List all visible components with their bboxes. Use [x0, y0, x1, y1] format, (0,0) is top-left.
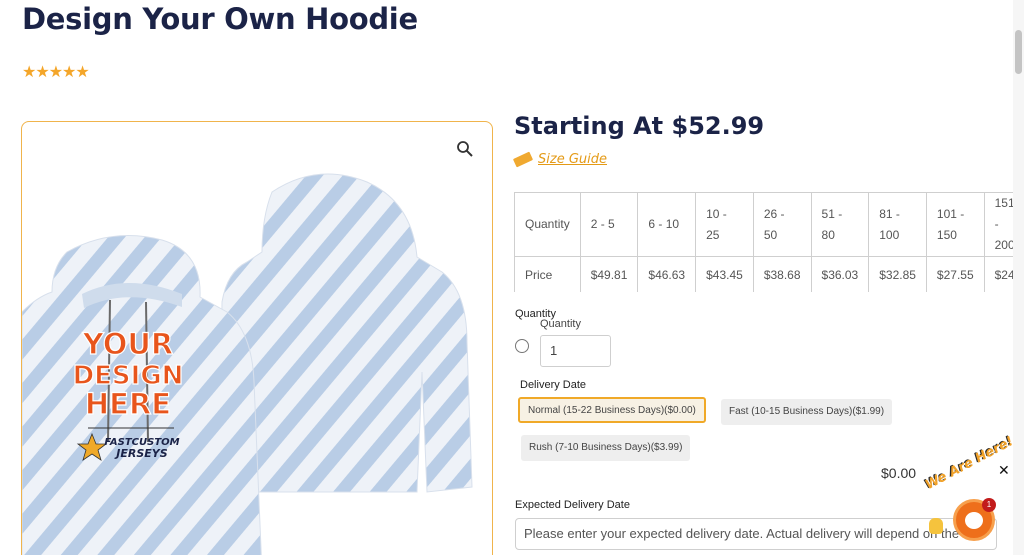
product-image-gallery[interactable]: YOUR DESIGN HERE FASTCUSTOM JERSEYS — [21, 121, 493, 555]
delivery-option-fast[interactable]: Fast (10-15 Business Days)($1.99) — [721, 399, 893, 425]
quantity-input[interactable]: 1 — [540, 335, 611, 367]
print-artwork: YOUR DESIGN HERE FASTCUSTOM JERSEYS — [72, 326, 184, 461]
qty-tier-cell: 101 - 150 — [925, 192, 985, 257]
expected-delivery-label: Expected Delivery Date — [515, 499, 630, 511]
qty-tier-cell: 26 - 50 — [752, 192, 812, 257]
qty-tier-cell: 6 - 10 — [637, 192, 697, 257]
print-line-3: HERE — [85, 387, 171, 421]
ruler-icon — [512, 151, 534, 168]
chat-bubble-icon — [965, 512, 983, 529]
price-row-header: Price — [514, 256, 581, 292]
print-line-1: YOUR — [82, 327, 174, 361]
delivery-option-rush[interactable]: Rush (7-10 Business Days)($3.99) — [521, 435, 691, 461]
hoodie-product-image: YOUR DESIGN HERE FASTCUSTOM JERSEYS — [22, 173, 473, 555]
qty-tier-cell: 151 - 200 — [983, 192, 1014, 257]
table-row: Quantity 2 - 5 6 - 10 10 - 25 26 - 50 51… — [514, 192, 1014, 257]
qty-tier-cell: 81 - 100 — [868, 192, 927, 257]
delivery-option-normal[interactable]: Normal (15-22 Business Days)($0.00) — [518, 397, 706, 423]
price-table-container: Quantity 2 - 5 6 - 10 10 - 25 26 - 50 51… — [514, 192, 1014, 292]
price-table: Quantity 2 - 5 6 - 10 10 - 25 26 - 50 51… — [514, 192, 1014, 292]
qty-tier-cell: 10 - 25 — [695, 192, 754, 257]
page-scrollbar[interactable] — [1013, 0, 1024, 555]
price-tier-cell: $36.03 — [810, 256, 870, 292]
chat-unread-badge: 1 — [982, 498, 996, 512]
quantity-radio[interactable] — [515, 339, 529, 353]
quantity-sub-label: Quantity — [540, 318, 581, 330]
qty-tier-cell: 51 - 80 — [810, 192, 870, 257]
price-tier-cell: $46.63 — [637, 256, 697, 292]
price-tier-cell: $32.85 — [868, 256, 927, 292]
page-title: Design Your Own Hoodie — [22, 2, 418, 36]
price-tier-cell: $49.81 — [579, 256, 639, 292]
quantity-row-header: Quantity — [514, 192, 581, 257]
delivery-date-label: Delivery Date — [520, 379, 587, 391]
hoodie-back-view — [219, 173, 473, 493]
waving-hand-icon — [929, 518, 943, 534]
price-tier-cell: $43.45 — [695, 256, 754, 292]
expected-delivery-input[interactable]: Please enter your expected delivery date… — [515, 518, 997, 550]
delivery-total: $0.00 — [881, 465, 917, 481]
table-row: Price $49.81 $46.63 $43.45 $38.68 $36.03… — [514, 256, 1014, 292]
chat-close-icon[interactable]: ✕ — [998, 463, 1010, 479]
qty-tier-cell: 2 - 5 — [579, 192, 639, 257]
logo-line-2: JERSEYS — [114, 447, 167, 460]
rating-stars[interactable]: ★★★★★ — [22, 62, 90, 81]
size-guide-label[interactable]: Size Guide — [538, 152, 607, 167]
magnifier-icon[interactable] — [456, 140, 474, 158]
size-guide-link[interactable]: Size Guide — [512, 151, 607, 168]
price-tier-cell: $24 — [983, 256, 1014, 292]
scrollbar-thumb[interactable] — [1015, 30, 1022, 74]
price-tier-cell: $38.68 — [752, 256, 812, 292]
starting-price: Starting At $52.99 — [514, 112, 765, 140]
price-tier-cell: $27.55 — [925, 256, 985, 292]
